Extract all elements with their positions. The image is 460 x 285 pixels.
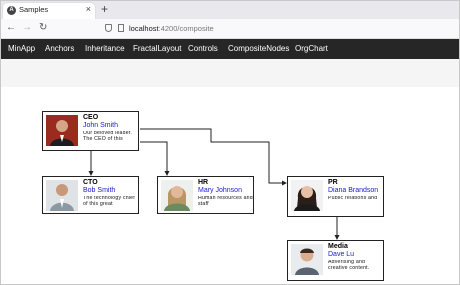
node-role: Media: [328, 243, 348, 250]
forward-arrow-icon[interactable]: →: [22, 22, 32, 33]
toolbar-area: [1, 59, 459, 87]
url-host: localhost: [129, 24, 159, 33]
address-toolbar: ← → ↻ localhost:4200/composite: [1, 19, 459, 39]
menu-item-inheritance[interactable]: Inheritance: [85, 44, 125, 53]
org-node-hr[interactable]: HR Mary Johnson Human resources and staf…: [157, 176, 254, 214]
menu-item-orgchart[interactable]: OrgChart: [295, 44, 328, 53]
org-node-cto[interactable]: CTO Bob Smith The technology chief of th…: [42, 176, 139, 214]
back-arrow-icon[interactable]: ←: [6, 22, 16, 33]
node-name: Bob Smith: [83, 187, 116, 194]
shield-icon[interactable]: [105, 24, 112, 32]
org-node-ceo[interactable]: CEO John Smith Our beloved leader. The C…: [42, 111, 139, 151]
node-role: CTO: [83, 179, 98, 186]
new-tab-icon[interactable]: +: [101, 2, 108, 16]
node-description: Our beloved leader. The CEO of this: [83, 131, 133, 142]
url-path: :4200/composite: [158, 24, 214, 33]
org-chart-diagram[interactable]: CEO John Smith Our beloved leader. The C…: [1, 87, 459, 284]
link-ceo-hr: [140, 141, 170, 176]
reload-icon[interactable]: ↻: [39, 22, 47, 33]
avatar: [291, 180, 323, 211]
app-menu: MinApp Anchors Inheritance FractalLayout…: [1, 39, 459, 59]
tab-title: Samples: [19, 5, 49, 14]
page-icon: [118, 24, 124, 32]
url-bar[interactable]: localhost:4200/composite: [129, 24, 214, 33]
menu-item-compositenodes[interactable]: CompositeNodes: [228, 44, 289, 53]
browser-tab[interactable]: A Samples ×: [3, 3, 95, 19]
close-icon[interactable]: ×: [86, 4, 91, 14]
avatar: [46, 180, 78, 211]
avatar: [291, 244, 323, 275]
menu-item-anchors[interactable]: Anchors: [45, 44, 74, 53]
org-node-pr[interactable]: PR Diana Brandson Public relations and: [287, 176, 384, 217]
link-ceo-pr: [140, 128, 287, 186]
node-name: John Smith: [83, 122, 119, 129]
node-description: The technology chief of this great: [83, 196, 135, 207]
node-role: PR: [328, 179, 338, 186]
browser-window: A Samples × + ← → ↻ localhost:4200/compo…: [0, 0, 460, 285]
node-name: Mary Johnson: [198, 187, 242, 194]
node-name: Dave Lu: [328, 251, 355, 258]
node-description: Adverising and creative content.: [328, 260, 370, 271]
node-description: Public relations and: [328, 196, 378, 201]
avatar: [46, 115, 78, 146]
menu-item-minapp[interactable]: MinApp: [8, 44, 35, 53]
angular-icon: A: [7, 6, 16, 15]
avatar: [161, 180, 193, 211]
menu-item-controls[interactable]: Controls: [188, 44, 218, 53]
menu-item-fractallayout[interactable]: FractalLayout: [133, 44, 181, 53]
node-role: HR: [198, 179, 209, 186]
tab-strip: A Samples × +: [1, 1, 459, 19]
node-role: CEO: [83, 114, 99, 121]
node-description: Human resources and staff: [198, 196, 253, 207]
node-name: Diana Brandson: [328, 187, 379, 194]
org-node-media[interactable]: Media Dave Lu Adverising and creative co…: [287, 240, 384, 281]
